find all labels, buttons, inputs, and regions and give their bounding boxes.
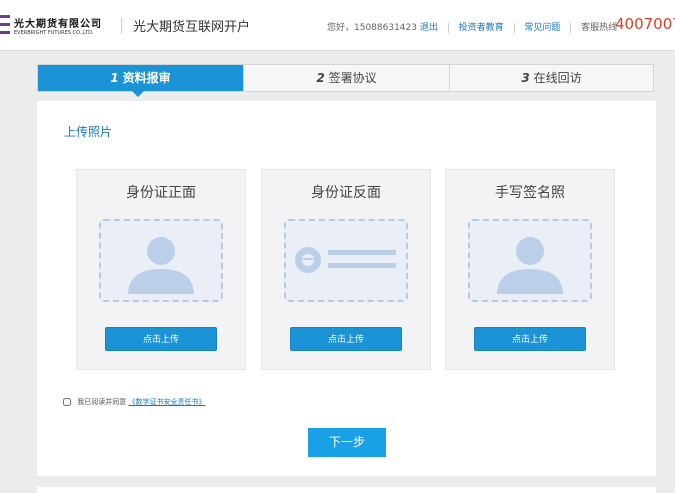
step-label: 资料报审 bbox=[122, 71, 171, 85]
logo-mark bbox=[0, 15, 10, 35]
investor-education-link[interactable]: 投资者教育 bbox=[459, 23, 504, 33]
active-step-pointer bbox=[132, 91, 144, 97]
upload-id-front-button[interactable]: 点击上传 bbox=[105, 327, 217, 351]
link-separator bbox=[570, 22, 572, 33]
step-progress-bar: 1 资料报审 2 签署协议 3 在线回访 bbox=[37, 64, 654, 92]
step-number: 2 bbox=[316, 71, 325, 85]
id-front-card: 身份证正面 点击上传 bbox=[76, 169, 246, 370]
section-title: 上传照片 bbox=[64, 125, 113, 139]
step-label: 在线回访 bbox=[533, 71, 582, 85]
logo-english-name: EVERBRIGHT FUTURES CO.,LTD. bbox=[14, 30, 94, 36]
step-2: 2 签署协议 bbox=[244, 65, 449, 91]
top-header: 光大期货有限公司 EVERBRIGHT FUTURES CO.,LTD. 光大期… bbox=[0, 0, 675, 51]
header-user-links: 您好，15088631423 退出 投资者教育 常见问题 客服热线 bbox=[327, 20, 617, 33]
step-3: 3 在线回访 bbox=[450, 65, 653, 91]
photo-frame[interactable] bbox=[284, 219, 408, 302]
hotline-number: 4007007 bbox=[615, 15, 675, 33]
person-silhouette-icon bbox=[497, 237, 563, 294]
national-emblem-icon bbox=[295, 247, 396, 273]
step-1: 1 资料报审 bbox=[38, 65, 243, 91]
link-separator bbox=[513, 22, 515, 33]
user-greeting: 您好，15088631423 bbox=[327, 23, 417, 33]
main-panel: 上传照片 身份证正面 点击上传 身份证反面 点击上传 手写签名照 点击上传 我已… bbox=[37, 101, 656, 476]
link-separator bbox=[447, 22, 449, 33]
id-back-card: 身份证反面 点击上传 bbox=[261, 169, 431, 370]
faq-link[interactable]: 常见问题 bbox=[524, 23, 560, 33]
agreement-row: 我已阅读并同意 《数字证书安全责任书》 bbox=[63, 397, 205, 407]
card-title: 身份证正面 bbox=[126, 185, 196, 201]
agreement-document-link[interactable]: 《数字证书安全责任书》 bbox=[128, 398, 205, 406]
next-step-button[interactable]: 下一步 bbox=[308, 428, 386, 457]
header-divider bbox=[121, 18, 122, 34]
agreement-checkbox[interactable] bbox=[63, 398, 71, 406]
photo-frame[interactable] bbox=[468, 219, 592, 302]
logout-link[interactable]: 退出 bbox=[420, 23, 438, 33]
signature-card: 手写签名照 点击上传 bbox=[445, 169, 615, 370]
card-title: 身份证反面 bbox=[311, 185, 381, 201]
next-panel-edge bbox=[37, 487, 656, 493]
card-title: 手写签名照 bbox=[495, 185, 565, 201]
step-label: 签署协议 bbox=[328, 71, 377, 85]
company-logo[interactable]: 光大期货有限公司 EVERBRIGHT FUTURES CO.,LTD. bbox=[0, 9, 112, 43]
hotline-label: 客服热线 bbox=[581, 23, 618, 33]
upload-signature-button[interactable]: 点击上传 bbox=[474, 327, 586, 351]
photo-frame[interactable] bbox=[99, 219, 223, 302]
logo-chinese-name: 光大期货有限公司 bbox=[14, 19, 102, 30]
site-title: 光大期货互联网开户 bbox=[133, 20, 251, 35]
person-silhouette-icon bbox=[128, 237, 194, 294]
step-number: 3 bbox=[521, 71, 530, 85]
upload-id-back-button[interactable]: 点击上传 bbox=[290, 327, 402, 351]
step-number: 1 bbox=[110, 71, 119, 85]
agreement-text: 我已阅读并同意 bbox=[77, 398, 127, 406]
